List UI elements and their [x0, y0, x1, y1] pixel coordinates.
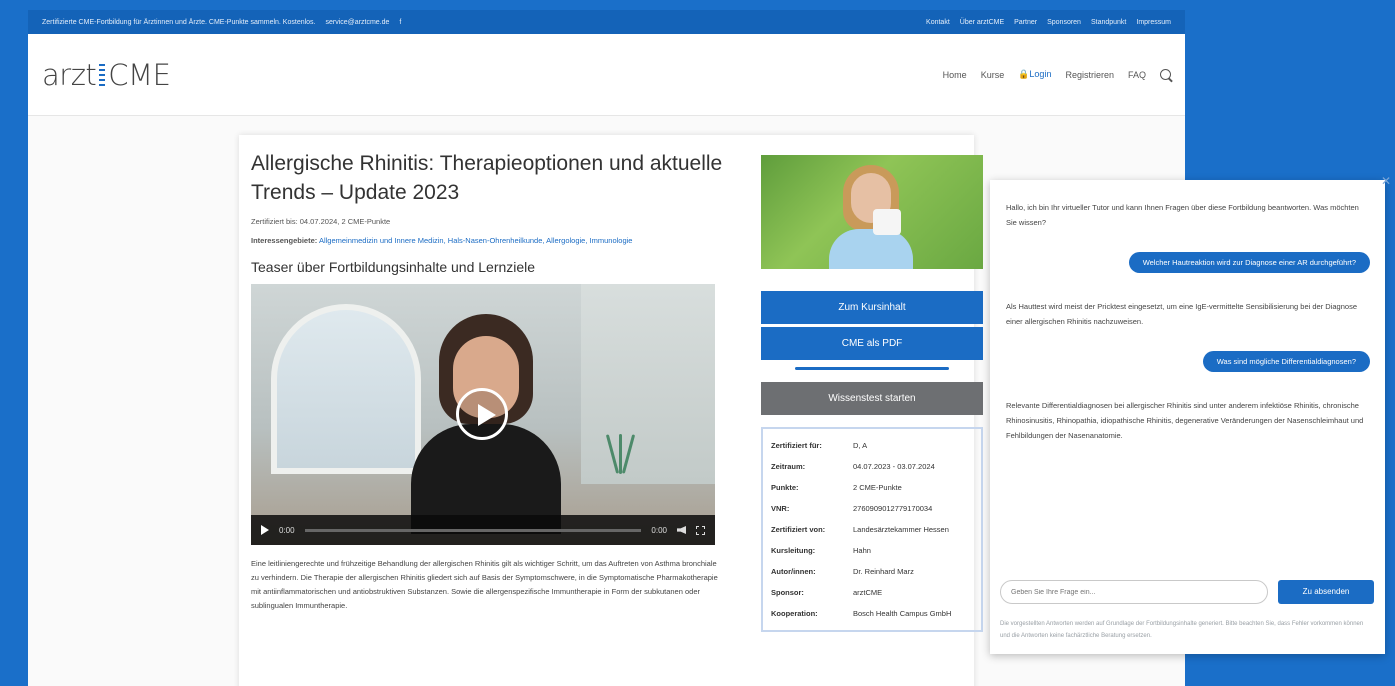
- course-card: Allergische Rhinitis: Therapieoptionen u…: [239, 135, 983, 686]
- topbar-link-ueber[interactable]: Über arztCME: [960, 19, 1004, 26]
- user-message: Was sind mögliche Differentialdiagnosen?: [1202, 351, 1370, 372]
- video-background-window: [271, 304, 421, 474]
- chat-widget: ✕ Hallo, ich bin Ihr virtueller Tutor un…: [990, 174, 1391, 654]
- topbar-link-partner[interactable]: Partner: [1014, 19, 1037, 26]
- bot-message: Als Hauttest wird meist der Pricktest ei…: [1006, 302, 1357, 326]
- control-play-icon[interactable]: [261, 525, 269, 535]
- topbar-link-sponsoren[interactable]: Sponsoren: [1047, 19, 1081, 26]
- bot-message: Hallo, ich bin Ihr virtueller Tutor und …: [1006, 203, 1359, 227]
- info-row: Zertifiziert von: Landesärztekammer Hesse…: [771, 525, 949, 534]
- interest-links[interactable]: Allgemeinmedizin und Innere Medizin, Hal…: [319, 236, 633, 245]
- course-content-button[interactable]: Zum Kursinhalt: [761, 291, 983, 324]
- topbar-link-impressum[interactable]: Impressum: [1136, 19, 1171, 26]
- video-player[interactable]: 0:00 0:00: [251, 284, 715, 545]
- video-progress-bar[interactable]: [304, 528, 642, 532]
- interest-areas: Interessengebiete: Allgemeinmedizin und …: [251, 236, 633, 245]
- fullscreen-icon[interactable]: [696, 525, 705, 535]
- chat-input[interactable]: [1000, 580, 1268, 604]
- info-row: Sponsor: arztCME: [771, 588, 883, 597]
- info-row: Autor/innen: Dr. Reinhard Marz: [771, 567, 914, 576]
- info-row: Zeitraum: 04.07.2023 - 03.07.2024: [771, 462, 935, 471]
- info-row: VNR: 2760909012779170034: [771, 504, 933, 513]
- user-message: Welcher Hautreaktion wird zur Diagnose e…: [1128, 252, 1370, 273]
- email-link[interactable]: service@arztcme.de: [326, 19, 390, 26]
- divider: [795, 367, 949, 370]
- search-icon[interactable]: [1160, 69, 1171, 80]
- nav-home[interactable]: Home: [943, 70, 967, 80]
- video-current-time: 0:00: [279, 525, 295, 535]
- chat-messages: Hallo, ich bin Ihr virtueller Tutor und …: [1006, 200, 1370, 443]
- start-test-button[interactable]: Wissenstest starten: [761, 382, 983, 415]
- teaser-heading: Teaser über Fortbildungsinhalte und Lern…: [251, 259, 536, 275]
- video-duration: 0:00: [651, 525, 667, 535]
- facebook-icon[interactable]: f: [399, 19, 401, 26]
- chat-disclaimer: Die vorgestellten Antworten werden auf G…: [1000, 621, 1364, 639]
- course-info-box: Zertifiziert für: D, A Zeitraum: 04.07.202…: [761, 427, 983, 632]
- video-background-plant: [601, 424, 641, 494]
- info-row: Kooperation: Bosch Health Campus GmbH: [771, 609, 952, 618]
- info-row: Zertifiziert für: D, A: [771, 441, 868, 450]
- arztcme-logo[interactable]: arzt CME: [42, 58, 171, 92]
- nav-login[interactable]: 🔒Login: [1018, 69, 1051, 80]
- topbar-link-standpunkt[interactable]: Standpunkt: [1091, 19, 1126, 26]
- video-controls: 0:00 0:00: [251, 515, 715, 545]
- lock-icon: 🔒: [1018, 69, 1030, 79]
- course-thumbnail: [761, 155, 983, 269]
- play-icon[interactable]: [456, 388, 508, 440]
- volume-icon[interactable]: [677, 526, 686, 534]
- main-nav: Home Kurse 🔒Login Registrieren FAQ: [943, 69, 1171, 80]
- site-header: arzt CME Home Kurse 🔒Login Registrieren …: [28, 34, 1185, 116]
- topbar-link-kontakt[interactable]: Kontakt: [926, 19, 950, 26]
- close-icon[interactable]: ✕: [1381, 174, 1391, 188]
- info-row: Kursleitung: Hahn: [771, 546, 871, 555]
- logo-bars-icon: [99, 63, 106, 86]
- nav-registrieren[interactable]: Registrieren: [1065, 70, 1114, 80]
- top-bar: Zertifizierte CME-Fortbildung für Ärztin…: [28, 10, 1185, 34]
- nav-kurse[interactable]: Kurse: [981, 70, 1005, 80]
- info-row: Punkte: 2 CME-Punkte: [771, 483, 902, 492]
- bot-message: Relevante Differentialdiagnosen bei alle…: [1006, 401, 1364, 440]
- course-meta: Zertifiziert bis: 04.07.2024, 2 CME-Punk…: [251, 217, 391, 226]
- course-title: Allergische Rhinitis: Therapieoptionen u…: [251, 152, 723, 204]
- nav-faq[interactable]: FAQ: [1128, 70, 1146, 80]
- chat-send-button[interactable]: Zu absenden: [1278, 580, 1374, 604]
- cme-pdf-button[interactable]: CME als PDF: [761, 327, 983, 360]
- topbar-tagline: Zertifizierte CME-Fortbildung für Ärztin…: [42, 18, 316, 26]
- course-description: Eine leitliniengerechte und frühzeitige …: [251, 559, 718, 610]
